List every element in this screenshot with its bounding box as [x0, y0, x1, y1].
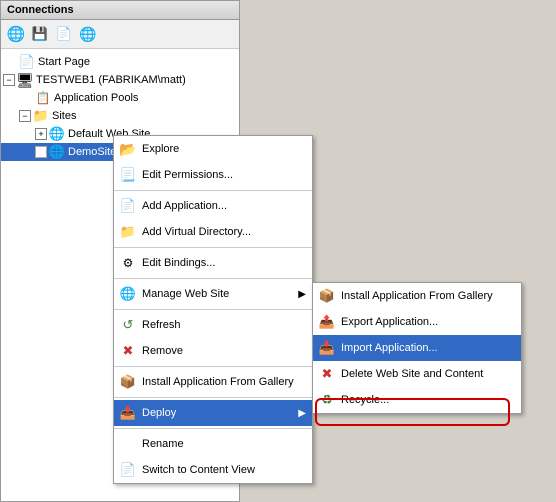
tree-label-demo-site: DemoSite — [68, 146, 116, 158]
context-menu: 📂 Explore 📃 Edit Permissions... 📄 Add Ap… — [113, 135, 313, 484]
menu-label-edit-permissions: Edit Permissions... — [142, 169, 233, 181]
menu-separator-5 — [114, 366, 312, 367]
menu-separator-2 — [114, 247, 312, 248]
panel-title: Connections — [7, 4, 74, 16]
explore-icon: 📂 — [118, 139, 138, 159]
tree-expand-default[interactable]: + — [35, 128, 47, 140]
deploy-submenu: 📦 Install Application From Gallery 📤 Exp… — [312, 282, 522, 414]
tree-expand-demo[interactable]: + — [35, 146, 47, 158]
tree-label-app-pools: Application Pools — [54, 92, 138, 104]
submenu-item-recycle[interactable]: ♻ Recycle... — [313, 387, 521, 413]
submenu-label-import: Import Application... — [341, 342, 438, 354]
sub-import-icon: 📥 — [317, 338, 337, 358]
menu-label-explore: Explore — [142, 143, 179, 155]
toolbar-up-button[interactable]: 📄 — [53, 23, 75, 45]
menu-item-rename[interactable]: Rename — [114, 431, 312, 457]
menu-item-remove[interactable]: ✖ Remove — [114, 338, 312, 364]
menu-label-install-gallery: Install Application From Gallery — [142, 376, 294, 388]
gallery-icon: 📦 — [118, 372, 138, 392]
menu-item-add-virtual-directory[interactable]: 📁 Add Virtual Directory... — [114, 219, 312, 245]
tree-item-start-page[interactable]: 📄 Start Page — [1, 53, 239, 71]
panel-header: Connections — [1, 1, 239, 20]
remove-icon: ✖ — [118, 341, 138, 361]
menu-label-edit-bindings: Edit Bindings... — [142, 257, 215, 269]
rename-icon — [118, 434, 138, 454]
tree-item-app-pools[interactable]: 📋 Application Pools — [1, 89, 239, 107]
menu-item-add-application[interactable]: 📄 Add Application... — [114, 193, 312, 219]
menu-label-deploy: Deploy — [142, 407, 176, 419]
tree-label-start-page: Start Page — [38, 56, 90, 68]
permissions-icon: 📃 — [118, 165, 138, 185]
menu-label-refresh: Refresh — [142, 319, 181, 331]
menu-item-manage-web-site[interactable]: 🌐 Manage Web Site ▶ — [114, 281, 312, 307]
add-app-icon: 📄 — [118, 196, 138, 216]
tree-item-sites[interactable]: − 📁 Sites — [1, 107, 239, 125]
submenu-label-install-gallery: Install Application From Gallery — [341, 290, 493, 302]
menu-label-add-virtual-directory: Add Virtual Directory... — [142, 226, 251, 238]
menu-label-switch-content-view: Switch to Content View — [142, 464, 255, 476]
submenu-label-delete: Delete Web Site and Content — [341, 368, 483, 380]
sub-export-icon: 📤 — [317, 312, 337, 332]
menu-label-rename: Rename — [142, 438, 184, 450]
menu-label-remove: Remove — [142, 345, 183, 357]
submenu-item-export[interactable]: 📤 Export Application... — [313, 309, 521, 335]
submenu-item-delete[interactable]: ✖ Delete Web Site and Content — [313, 361, 521, 387]
sub-recycle-icon: ♻ — [317, 390, 337, 410]
menu-item-edit-bindings[interactable]: ⚙ Edit Bindings... — [114, 250, 312, 276]
content-view-icon: 📄 — [118, 460, 138, 480]
sub-delete-icon: ✖ — [317, 364, 337, 384]
tree-label-server: TESTWEB1 (FABRIKAM\matt) — [36, 74, 186, 86]
bindings-icon: ⚙ — [118, 253, 138, 273]
menu-item-explore[interactable]: 📂 Explore — [114, 136, 312, 162]
menu-separator-1 — [114, 190, 312, 191]
add-vdir-icon: 📁 — [118, 222, 138, 242]
tree-expand-server[interactable]: − — [3, 74, 15, 86]
menu-separator-6 — [114, 397, 312, 398]
manage-icon: 🌐 — [118, 284, 138, 304]
submenu-label-recycle: Recycle... — [341, 394, 389, 406]
deploy-icon: 📤 — [118, 403, 138, 423]
menu-item-switch-content-view[interactable]: 📄 Switch to Content View — [114, 457, 312, 483]
sub-gallery-icon: 📦 — [317, 286, 337, 306]
tree-label-sites: Sites — [52, 110, 76, 122]
menu-label-manage-web-site: Manage Web Site — [142, 288, 229, 300]
submenu-item-install-gallery[interactable]: 📦 Install Application From Gallery — [313, 283, 521, 309]
submenu-item-import[interactable]: 📥 Import Application... — [313, 335, 521, 361]
menu-item-install-gallery[interactable]: 📦 Install Application From Gallery — [114, 369, 312, 395]
menu-item-edit-permissions[interactable]: 📃 Edit Permissions... — [114, 162, 312, 188]
submenu-label-export: Export Application... — [341, 316, 438, 328]
toolbar-connect-button[interactable]: 🌐 — [77, 23, 99, 45]
menu-item-deploy[interactable]: 📤 Deploy ▶ — [114, 400, 312, 426]
menu-label-add-application: Add Application... — [142, 200, 227, 212]
tree-item-server[interactable]: − 🖥 TESTWEB1 (FABRIKAM\matt) — [1, 71, 239, 89]
toolbar: 🌐 💾 📄 🌐 — [1, 20, 239, 49]
deploy-arrow-icon: ▶ — [298, 408, 306, 419]
menu-separator-7 — [114, 428, 312, 429]
refresh-icon: ↺ — [118, 315, 138, 335]
toolbar-back-button[interactable]: 🌐 — [5, 23, 27, 45]
tree-expand-sites[interactable]: − — [19, 110, 31, 122]
menu-separator-4 — [114, 309, 312, 310]
menu-separator-3 — [114, 278, 312, 279]
manage-arrow-icon: ▶ — [298, 289, 306, 300]
menu-item-refresh[interactable]: ↺ Refresh — [114, 312, 312, 338]
toolbar-save-button[interactable]: 💾 — [29, 23, 51, 45]
